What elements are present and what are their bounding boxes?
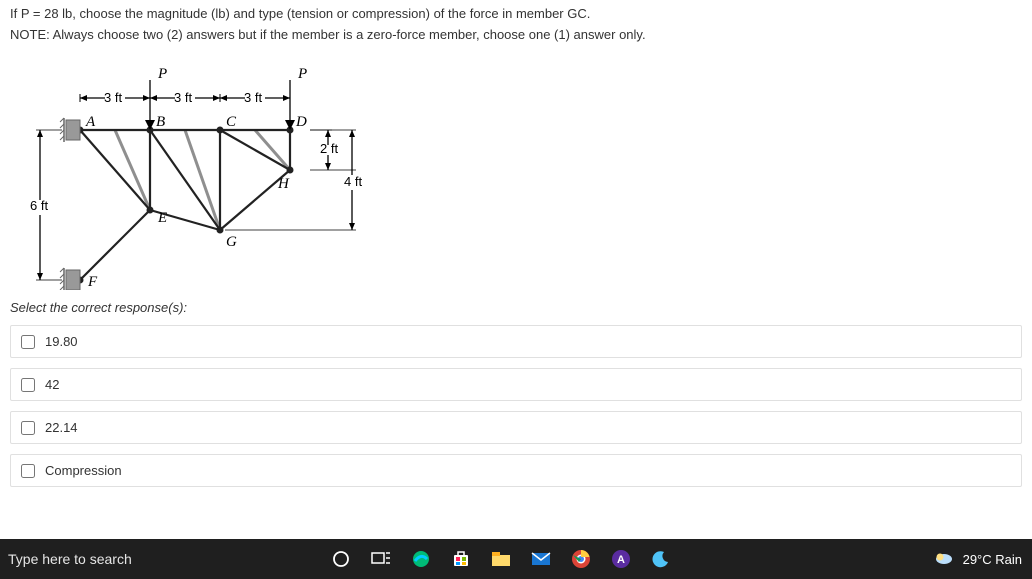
option-row[interactable]: Compression bbox=[10, 454, 1022, 487]
svg-text:F: F bbox=[87, 274, 98, 290]
app-a-icon[interactable]: A bbox=[610, 548, 632, 570]
option-label: 22.14 bbox=[45, 420, 78, 435]
taskbar-search[interactable]: Type here to search bbox=[8, 551, 132, 567]
moon-icon[interactable] bbox=[650, 548, 672, 570]
option-checkbox-1[interactable] bbox=[21, 335, 35, 349]
option-checkbox-3[interactable] bbox=[21, 421, 35, 435]
chrome-icon[interactable] bbox=[570, 548, 592, 570]
option-row[interactable]: 42 bbox=[10, 368, 1022, 401]
svg-text:H: H bbox=[277, 176, 290, 192]
svg-text:6 ft: 6 ft bbox=[30, 198, 48, 213]
svg-text:A: A bbox=[85, 114, 96, 130]
question-text: If P = 28 lb, choose the magnitude (lb) … bbox=[10, 6, 1022, 21]
mail-icon[interactable] bbox=[530, 548, 552, 570]
explorer-icon[interactable] bbox=[490, 548, 512, 570]
svg-text:2 ft: 2 ft bbox=[320, 141, 338, 156]
edge-icon[interactable] bbox=[410, 548, 432, 570]
svg-text:3 ft: 3 ft bbox=[244, 90, 262, 105]
taskbar: Type here to search A 29°C Rain bbox=[0, 539, 1032, 579]
svg-text:B: B bbox=[156, 114, 165, 130]
option-label: 42 bbox=[45, 377, 59, 392]
svg-text:D: D bbox=[295, 114, 307, 130]
svg-text:E: E bbox=[157, 210, 167, 226]
svg-text:P: P bbox=[157, 66, 167, 82]
svg-text:4 ft: 4 ft bbox=[344, 174, 362, 189]
cortana-icon[interactable] bbox=[330, 548, 352, 570]
option-label: Compression bbox=[45, 463, 122, 478]
weather-icon[interactable] bbox=[933, 548, 955, 570]
svg-text:A: A bbox=[617, 554, 625, 566]
truss-diagram: A B C D H G E F P P 3 ft 3 ft 3 ft bbox=[10, 50, 390, 290]
taskbar-icons: A bbox=[330, 548, 672, 570]
option-label: 19.80 bbox=[45, 334, 78, 349]
svg-text:G: G bbox=[226, 234, 237, 250]
option-checkbox-2[interactable] bbox=[21, 378, 35, 392]
option-row[interactable]: 19.80 bbox=[10, 325, 1022, 358]
svg-text:P: P bbox=[297, 66, 307, 82]
weather-text[interactable]: 29°C Rain bbox=[963, 552, 1022, 567]
options-list: 19.80 42 22.14 Compression bbox=[10, 325, 1022, 487]
task-view-icon[interactable] bbox=[370, 548, 392, 570]
svg-text:3 ft: 3 ft bbox=[174, 90, 192, 105]
svg-text:3 ft: 3 ft bbox=[104, 90, 122, 105]
store-icon[interactable] bbox=[450, 548, 472, 570]
select-instruction: Select the correct response(s): bbox=[10, 300, 1022, 315]
svg-text:C: C bbox=[226, 114, 237, 130]
option-row[interactable]: 22.14 bbox=[10, 411, 1022, 444]
option-checkbox-4[interactable] bbox=[21, 464, 35, 478]
question-note: NOTE: Always choose two (2) answers but … bbox=[10, 27, 1022, 42]
